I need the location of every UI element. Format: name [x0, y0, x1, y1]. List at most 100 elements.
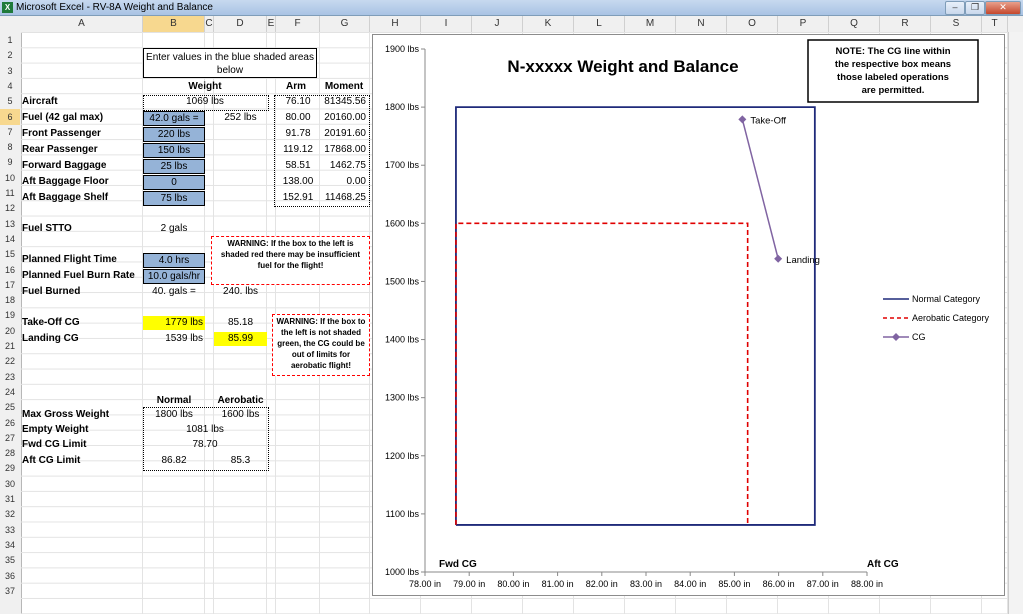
- x-tick-label: 85.00 in: [718, 579, 750, 589]
- item-arm: 91.78: [285, 128, 311, 139]
- row-header-2[interactable]: 2: [0, 47, 20, 63]
- cg-point-label: Take-Off: [750, 115, 786, 126]
- row-header-4[interactable]: 4: [0, 78, 20, 94]
- item-moment: 20191.60: [324, 128, 366, 139]
- row-header-15[interactable]: 15: [0, 246, 20, 262]
- item-weight-input[interactable]: 75 lbs: [143, 191, 205, 206]
- minimize-button[interactable]: –: [945, 1, 965, 15]
- fwd-cg-value: 78.70: [192, 439, 218, 450]
- x-tick-label: 88.00 in: [851, 579, 883, 589]
- row-header-19[interactable]: 19: [0, 307, 20, 323]
- row-header-7[interactable]: 7: [0, 124, 20, 140]
- column-header-t[interactable]: T: [982, 16, 1008, 32]
- column-header-d[interactable]: D: [214, 16, 267, 32]
- vertical-scrollbar[interactable]: [1008, 32, 1023, 614]
- row-header-18[interactable]: 18: [0, 292, 20, 308]
- column-header-j[interactable]: J: [472, 16, 523, 32]
- column-header-l[interactable]: L: [574, 16, 625, 32]
- row-header-6[interactable]: 6: [0, 108, 20, 125]
- row-header-21[interactable]: 21: [0, 338, 20, 354]
- window-title: Microsoft Excel - RV-8A Weight and Balan…: [16, 2, 213, 13]
- row-header-20[interactable]: 20: [0, 323, 20, 339]
- x-tick-label: 84.00 in: [674, 579, 706, 589]
- row-header-26[interactable]: 26: [0, 415, 20, 431]
- column-header-p[interactable]: P: [778, 16, 829, 32]
- row-header-16[interactable]: 16: [0, 262, 20, 278]
- row-header-34[interactable]: 34: [0, 537, 20, 553]
- flight-time-label: Planned Flight Time: [22, 254, 117, 265]
- row-header-24[interactable]: 24: [0, 384, 20, 400]
- column-header-h[interactable]: H: [370, 16, 421, 32]
- fuel-burned-lbs: 240. lbs: [222, 286, 259, 297]
- flight-time-input[interactable]: 4.0 hrs: [143, 253, 205, 268]
- column-header-f[interactable]: F: [276, 16, 320, 32]
- column-header-c[interactable]: C: [205, 16, 214, 32]
- excel-icon[interactable]: X: [2, 2, 13, 13]
- column-header-b[interactable]: B: [143, 16, 205, 32]
- y-tick-label: 1100 lbs: [386, 509, 420, 519]
- item-label: Forward Baggage: [22, 160, 107, 171]
- restore-button[interactable]: ❐: [965, 1, 985, 15]
- item-arm: 58.51: [285, 160, 311, 171]
- row-header-28[interactable]: 28: [0, 445, 20, 461]
- column-header-a[interactable]: A: [21, 16, 143, 32]
- row-header-36[interactable]: 36: [0, 568, 20, 584]
- takeoff-cg-weight: 1779 lbs: [143, 316, 205, 330]
- row-header-1[interactable]: 1: [0, 32, 20, 48]
- column-header-q[interactable]: Q: [829, 16, 880, 32]
- item-label: Rear Passenger: [22, 144, 98, 155]
- item-arm: 138.00: [282, 176, 314, 187]
- row-header-17[interactable]: 17: [0, 277, 20, 293]
- row-header-14[interactable]: 14: [0, 231, 20, 247]
- item-weight-input[interactable]: 42.0 gals =: [143, 111, 205, 126]
- row-header-13[interactable]: 13: [0, 216, 20, 232]
- column-header-e[interactable]: E: [267, 16, 276, 32]
- row-header-10[interactable]: 10: [0, 170, 20, 186]
- row-header-9[interactable]: 9: [0, 154, 20, 170]
- burn-rate-input[interactable]: 10.0 gals/hr: [143, 269, 205, 284]
- item-arm: 76.10: [285, 96, 311, 107]
- close-button[interactable]: ✕: [985, 1, 1021, 15]
- row-header-29[interactable]: 29: [0, 460, 20, 476]
- column-header-i[interactable]: I: [421, 16, 472, 32]
- fuel-warning-box: WARNING: If the box to the left is shade…: [211, 236, 370, 285]
- row-header-37[interactable]: 37: [0, 583, 20, 599]
- x-tick-label: 82.00 in: [586, 579, 618, 589]
- column-header-r[interactable]: R: [880, 16, 931, 32]
- item-moment: 17868.00: [324, 144, 366, 155]
- column-header-g[interactable]: G: [320, 16, 370, 32]
- weight-balance-chart[interactable]: 1000 lbs 1100 lbs 1200 lbs 1300 lbs 1400 lbs…: [372, 34, 1005, 596]
- row-header-22[interactable]: 22: [0, 353, 20, 369]
- item-weight-input[interactable]: 150 lbs: [143, 143, 205, 158]
- row-header-32[interactable]: 32: [0, 506, 20, 522]
- row-header-12[interactable]: 12: [0, 200, 20, 216]
- empty-weight-value: 1081 lbs: [186, 424, 224, 435]
- row-header-33[interactable]: 33: [0, 522, 20, 538]
- row-header-27[interactable]: 27: [0, 430, 20, 446]
- row-header-5[interactable]: 5: [0, 93, 20, 109]
- y-tick-label: 1500 lbs: [385, 276, 420, 286]
- item-weight-input[interactable]: 25 lbs: [143, 159, 205, 174]
- row-header-30[interactable]: 30: [0, 476, 20, 492]
- landing-cg-arm: 85.99: [214, 332, 267, 346]
- row-header-11[interactable]: 11: [0, 185, 20, 201]
- column-header-o[interactable]: O: [727, 16, 778, 32]
- fuel-stto-label: Fuel STTO: [22, 223, 72, 234]
- row-header-23[interactable]: 23: [0, 369, 20, 385]
- series-aerobatic-category: [455, 222, 749, 525]
- column-header-s[interactable]: S: [931, 16, 982, 32]
- y-tick-label: 1900 lbs: [385, 44, 420, 54]
- item-moment: 20160.00: [324, 112, 366, 123]
- row-headers: 1 2 3 4 5 6 7 8 9 10 11 12 13 14 15 16 17 18 19 20 21 22 23 24 2…: [0, 32, 22, 614]
- item-weight-input[interactable]: 0: [143, 175, 205, 190]
- row-header-8[interactable]: 8: [0, 139, 20, 155]
- y-tick-label: 1200 lbs: [385, 451, 420, 461]
- column-header-m[interactable]: M: [625, 16, 676, 32]
- row-header-35[interactable]: 35: [0, 552, 20, 568]
- row-header-31[interactable]: 31: [0, 491, 20, 507]
- row-header-3[interactable]: 3: [0, 63, 20, 79]
- item-weight-input[interactable]: 220 lbs: [143, 127, 205, 142]
- row-header-25[interactable]: 25: [0, 399, 20, 415]
- column-header-k[interactable]: K: [523, 16, 574, 32]
- column-header-n[interactable]: N: [676, 16, 727, 32]
